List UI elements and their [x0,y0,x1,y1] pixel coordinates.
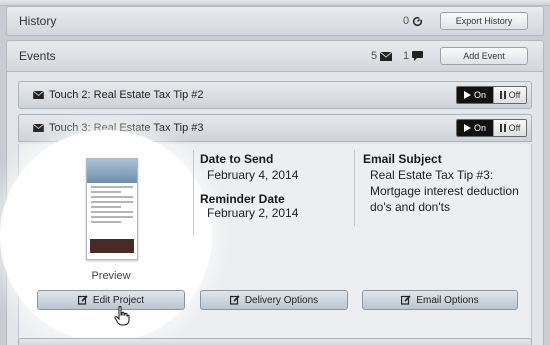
events-title: Events [19,49,56,63]
email-options-label: Email Options [416,294,479,306]
comment-count-value: 1 [403,50,410,62]
toggle-off-label: Off [508,123,521,133]
history-count: 0 [403,15,423,27]
edit-icon [77,295,88,305]
reminder-date-value: February 2, 2014 [207,206,299,220]
email-subject-label: Email Subject [363,152,442,166]
touch-title-text-2: Touch 2: Real Estate Tax Tip #2 [49,89,204,101]
history-bar[interactable]: History 0 Export History [6,6,544,36]
touch-toggle-3[interactable]: On Off [456,119,527,137]
events-comment-count: 1 [403,50,424,62]
touch-bar-2[interactable]: Touch 2: Real Estate Tax Tip #2 On Off [18,81,532,109]
next-touch-bar [18,338,532,345]
envelope-icon [380,51,393,61]
toggle-on-label: On [473,90,486,100]
thumbnail-text-line [91,186,133,188]
play-icon [463,91,471,99]
edit-icon [229,295,240,305]
pause-icon [499,124,506,132]
preview-label: Preview [91,270,131,282]
thumbnail-text-line [91,206,121,208]
date-to-send-label: Date to Send [200,152,274,166]
export-history-button[interactable]: Export History [440,12,528,30]
pause-icon [499,91,506,99]
thumbnail-header-image [87,159,137,183]
thumbnail-text-line [91,201,133,203]
add-event-button[interactable]: Add Event [440,47,528,65]
toggle-off-button[interactable]: Off [493,87,526,103]
delivery-options-label: Delivery Options [244,294,319,306]
thumbnail-text-line [91,191,121,193]
thumbnail-text-line [91,216,133,218]
events-email-count: 5 [371,50,393,62]
email-count-value: 5 [371,50,378,62]
hand-cursor-icon [114,306,130,326]
edit-project-label: Edit Project [92,294,145,306]
column-divider [354,150,355,226]
date-to-send-value: February 4, 2014 [207,168,299,182]
column-divider [193,150,194,236]
toggle-on-label: On [473,123,486,133]
toggle-off-button[interactable]: Off [493,120,526,136]
edit-project-button[interactable]: Edit Project [37,290,185,310]
envelope-icon [33,124,44,132]
comment-icon [412,51,424,61]
toggle-off-label: Off [508,90,521,100]
touch-title-2: Touch 2: Real Estate Tax Tip #2 [33,89,204,101]
toggle-on-button[interactable]: On [457,87,493,103]
thumbnail-text-line [91,196,133,198]
history-title: History [19,14,57,28]
toggle-on-button[interactable]: On [457,120,493,136]
email-subject-line-3: do's and don'ts [370,200,450,214]
email-preview-thumbnail[interactable] [86,158,138,260]
envelope-icon [33,91,44,99]
thumbnail-text-line [91,221,121,223]
email-options-button[interactable]: Email Options [362,290,518,310]
thumbnail-text-line [91,211,133,213]
history-count-value: 0 [403,15,410,27]
refresh-icon [412,15,423,26]
edit-icon [401,295,411,305]
play-icon [463,124,471,132]
delivery-options-button[interactable]: Delivery Options [200,290,348,310]
events-bar[interactable]: Events 5 1 Add Event [6,40,544,72]
thumbnail-footer-block [90,239,134,253]
touch-toggle-2[interactable]: On Off [456,86,527,104]
